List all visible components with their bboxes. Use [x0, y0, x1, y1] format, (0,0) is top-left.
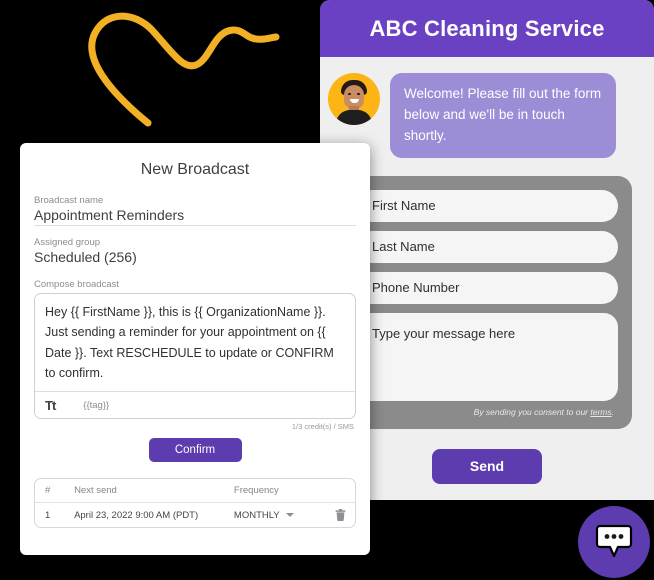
credit-counter: 1/3 credit(s) / SMS [291, 422, 354, 431]
trash-icon [335, 509, 346, 521]
column-header-frequency: Frequency [233, 485, 279, 496]
page-title: ABC Cleaning Service [369, 15, 605, 41]
row-number: 1 [45, 509, 51, 521]
row-next-send: April 23, 2022 9:00 AM (PDT) [74, 509, 199, 521]
frequency-value: MONTHLY [233, 509, 280, 521]
table-row: 1 April 23, 2022 9:00 AM (PDT) MONTHLY [35, 503, 355, 527]
broadcast-name-field[interactable]: Broadcast name Appointment Reminders [34, 195, 356, 226]
confirm-button-row: Confirm [34, 438, 356, 462]
avatar-eye-right [357, 93, 360, 95]
consent-text: By sending you consent to our terms. [356, 407, 618, 419]
schedule-table: # Next send Frequency 1 April 23, 2022 9… [34, 478, 356, 528]
avatar [328, 73, 380, 125]
table-header-row: # Next send Frequency [35, 479, 355, 503]
send-button-row: Send [320, 448, 654, 484]
first-name-input[interactable]: First Name [356, 189, 618, 222]
assigned-group-label: Assigned group [34, 237, 101, 248]
text-format-icon[interactable]: Tt [45, 398, 56, 413]
lead-capture-form: First Name Last Name Phone Number Type y… [342, 175, 632, 429]
assigned-group-field[interactable]: Assigned group Scheduled (256) [34, 237, 356, 265]
send-button[interactable]: Send [432, 448, 542, 484]
assigned-group-value: Scheduled (256) [34, 249, 137, 265]
column-header-number: # [45, 485, 51, 496]
chat-launcher-button[interactable] [578, 506, 650, 578]
phone-number-input[interactable]: Phone Number [356, 271, 618, 304]
consent-suffix: . [611, 406, 614, 417]
terms-link[interactable]: terms [590, 407, 611, 417]
last-name-input[interactable]: Last Name [356, 230, 618, 263]
avatar-body [336, 110, 372, 125]
broadcast-name-label: Broadcast name [34, 195, 104, 206]
chat-widget-header: ABC Cleaning Service [320, 0, 654, 57]
consent-prefix: By sending you consent to our [473, 406, 591, 417]
chevron-down-icon [285, 513, 294, 517]
insert-tag-button[interactable]: {{tag}} [83, 400, 109, 411]
compose-broadcast-textarea[interactable]: Hey {{ FirstName }}, this is {{ Organiza… [35, 294, 355, 391]
new-broadcast-card: New Broadcast Broadcast name Appointment… [20, 143, 370, 555]
compose-broadcast-box: Hey {{ FirstName }}, this is {{ Organiza… [34, 293, 356, 419]
welcome-message-bubble: Welcome! Please fill out the form below … [390, 73, 616, 158]
decorative-squiggle [88, 12, 280, 127]
welcome-message-row: Welcome! Please fill out the form below … [320, 57, 654, 158]
delete-row-button[interactable] [326, 509, 355, 521]
broadcast-name-value: Appointment Reminders [34, 207, 185, 223]
column-header-next-send: Next send [74, 485, 117, 496]
compose-toolbar: Tt {{tag}} [35, 391, 355, 418]
frequency-dropdown[interactable]: MONTHLY [234, 510, 326, 521]
compose-broadcast-label: Compose broadcast [34, 279, 120, 290]
avatar-eye-left [348, 93, 351, 95]
confirm-button[interactable]: Confirm [148, 438, 242, 462]
broadcast-title: New Broadcast [140, 161, 250, 178]
chat-widget-panel: ABC Cleaning Service Welcome! Please fil… [320, 0, 654, 500]
message-textarea[interactable]: Type your message here [356, 312, 618, 401]
chat-bubble-icon [595, 524, 633, 558]
